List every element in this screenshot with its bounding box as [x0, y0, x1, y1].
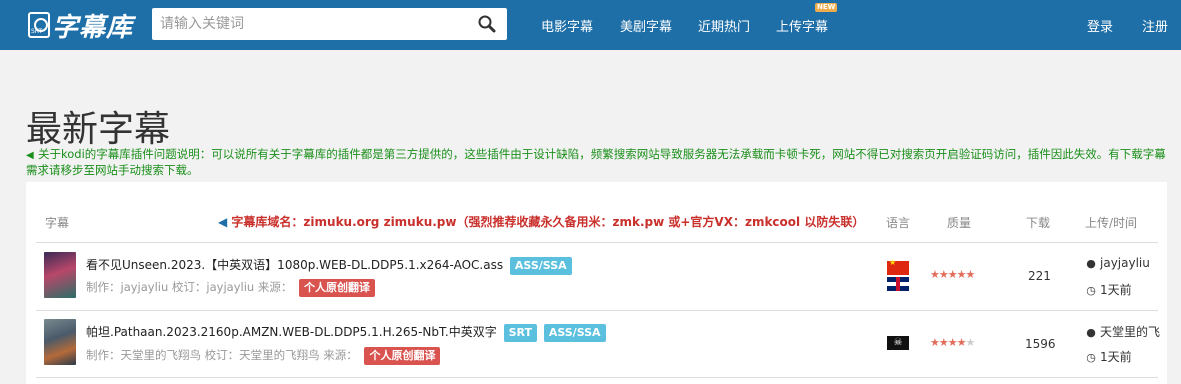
row-meta-text: 制作：天堂里的飞翔鸟 校订：天堂里的飞翔鸟 来源：	[86, 348, 358, 362]
row-divider	[36, 377, 1158, 378]
clock-icon: ◷	[1086, 351, 1096, 364]
uk-flag-icon	[887, 277, 909, 291]
uploader-name[interactable]: jayjayliu	[1100, 256, 1150, 270]
download-count: 1596	[1025, 337, 1056, 351]
register-link[interactable]: 注册	[1142, 16, 1168, 35]
logo-text: 字幕库	[52, 12, 134, 43]
search-input[interactable]	[152, 8, 462, 40]
login-link[interactable]: 登录	[1087, 16, 1113, 35]
subtitle-link[interactable]: 看不见Unseen.2023.【中英双语】1080p.WEB-DL.DDP5.1…	[86, 258, 503, 272]
poster-thumbnail[interactable]	[44, 319, 76, 365]
header-quality: 质量	[947, 216, 972, 230]
megaphone-icon: ◀	[26, 150, 34, 161]
new-badge: NEW	[815, 3, 838, 12]
download-count: 221	[1028, 269, 1051, 283]
search-box	[152, 8, 507, 40]
logo-srt-text: SRT	[31, 28, 43, 35]
row-meta-text: 制作：jayjayliu 校订：jayjayliu 来源：	[86, 280, 293, 294]
table-row-title[interactable]: 帕坦.Pathaan.2023.2160p.AMZN.WEB-DL.DDP5.1…	[86, 323, 606, 342]
uploader[interactable]: ● 天堂里的飞	[1085, 323, 1160, 340]
row-meta: 制作：天堂里的飞翔鸟 校订：天堂里的飞翔鸟 来源： 个人原创翻译	[86, 347, 441, 365]
nav-recent-hot[interactable]: 近期热门	[698, 16, 750, 35]
clock-icon: ◷	[1086, 284, 1096, 297]
uploader-name[interactable]: 天堂里的飞	[1100, 325, 1160, 339]
notice-body: 关于kodi的字幕库插件问题说明：可以说所有关于字幕库的插件都是第三方提供的，这…	[26, 147, 1166, 177]
upload-time: ◷ 1天前	[1085, 348, 1132, 365]
format-badge: ASS/SSA	[543, 324, 606, 342]
row-divider	[36, 310, 1158, 311]
header-subtitle: 字幕	[45, 216, 70, 230]
china-flag-icon	[887, 258, 909, 275]
header-downloads: 下载	[1026, 216, 1051, 230]
header-divider	[36, 242, 1158, 243]
pirate-flag-icon: ☠	[887, 336, 909, 350]
rating-stars: ★★★★★	[930, 336, 975, 349]
header-uploaded: 上传/时间	[1085, 216, 1138, 230]
uploader[interactable]: ● jayjayliu	[1085, 256, 1150, 270]
site-logo[interactable]: SRT 字幕库	[28, 9, 134, 43]
header-language: 语言	[886, 216, 911, 230]
source-badge: 个人原创翻译	[364, 347, 441, 365]
nav-upload-subtitles[interactable]: 上传字幕	[776, 16, 828, 35]
poster-thumbnail[interactable]	[44, 252, 76, 298]
table-row-title[interactable]: 看不见Unseen.2023.【中英双语】1080p.WEB-DL.DDP5.1…	[86, 256, 572, 275]
domain-notice-text: 字幕库域名：zimuku.org zimuku.pw（强烈推荐收藏永久备用米：z…	[231, 215, 865, 229]
nav-movie-subtitles[interactable]: 电影字幕	[541, 16, 593, 35]
search-button[interactable]	[477, 14, 497, 34]
upload-time-text: 1天前	[1100, 350, 1132, 364]
source-badge: 个人原创翻译	[299, 279, 376, 297]
upload-time: ◷ 1天前	[1085, 281, 1132, 298]
row-meta: 制作：jayjayliu 校订：jayjayliu 来源： 个人原创翻译	[86, 279, 376, 297]
search-icon	[478, 15, 496, 33]
speaker-icon: ◀	[218, 215, 228, 229]
user-icon: ●	[1086, 257, 1096, 270]
subtitle-link[interactable]: 帕坦.Pathaan.2023.2160p.AMZN.WEB-DL.DDP5.1…	[86, 325, 497, 339]
upload-time-text: 1天前	[1100, 283, 1132, 297]
user-icon: ●	[1086, 326, 1096, 339]
format-badge: ASS/SSA	[509, 257, 572, 275]
domain-notice: ◀ 字幕库域名：zimuku.org zimuku.pw（强烈推荐收藏永久备用米…	[218, 213, 864, 230]
page-title: 最新字幕	[26, 109, 171, 150]
nav-tv-subtitles[interactable]: 美剧字幕	[620, 16, 672, 35]
format-badge: SRT	[503, 324, 537, 342]
notice-text: ◀ 关于kodi的字幕库插件问题说明：可以说所有关于字幕库的插件都是第三方提供的，…	[26, 146, 1166, 178]
rating-stars: ★★★★★	[930, 268, 975, 281]
